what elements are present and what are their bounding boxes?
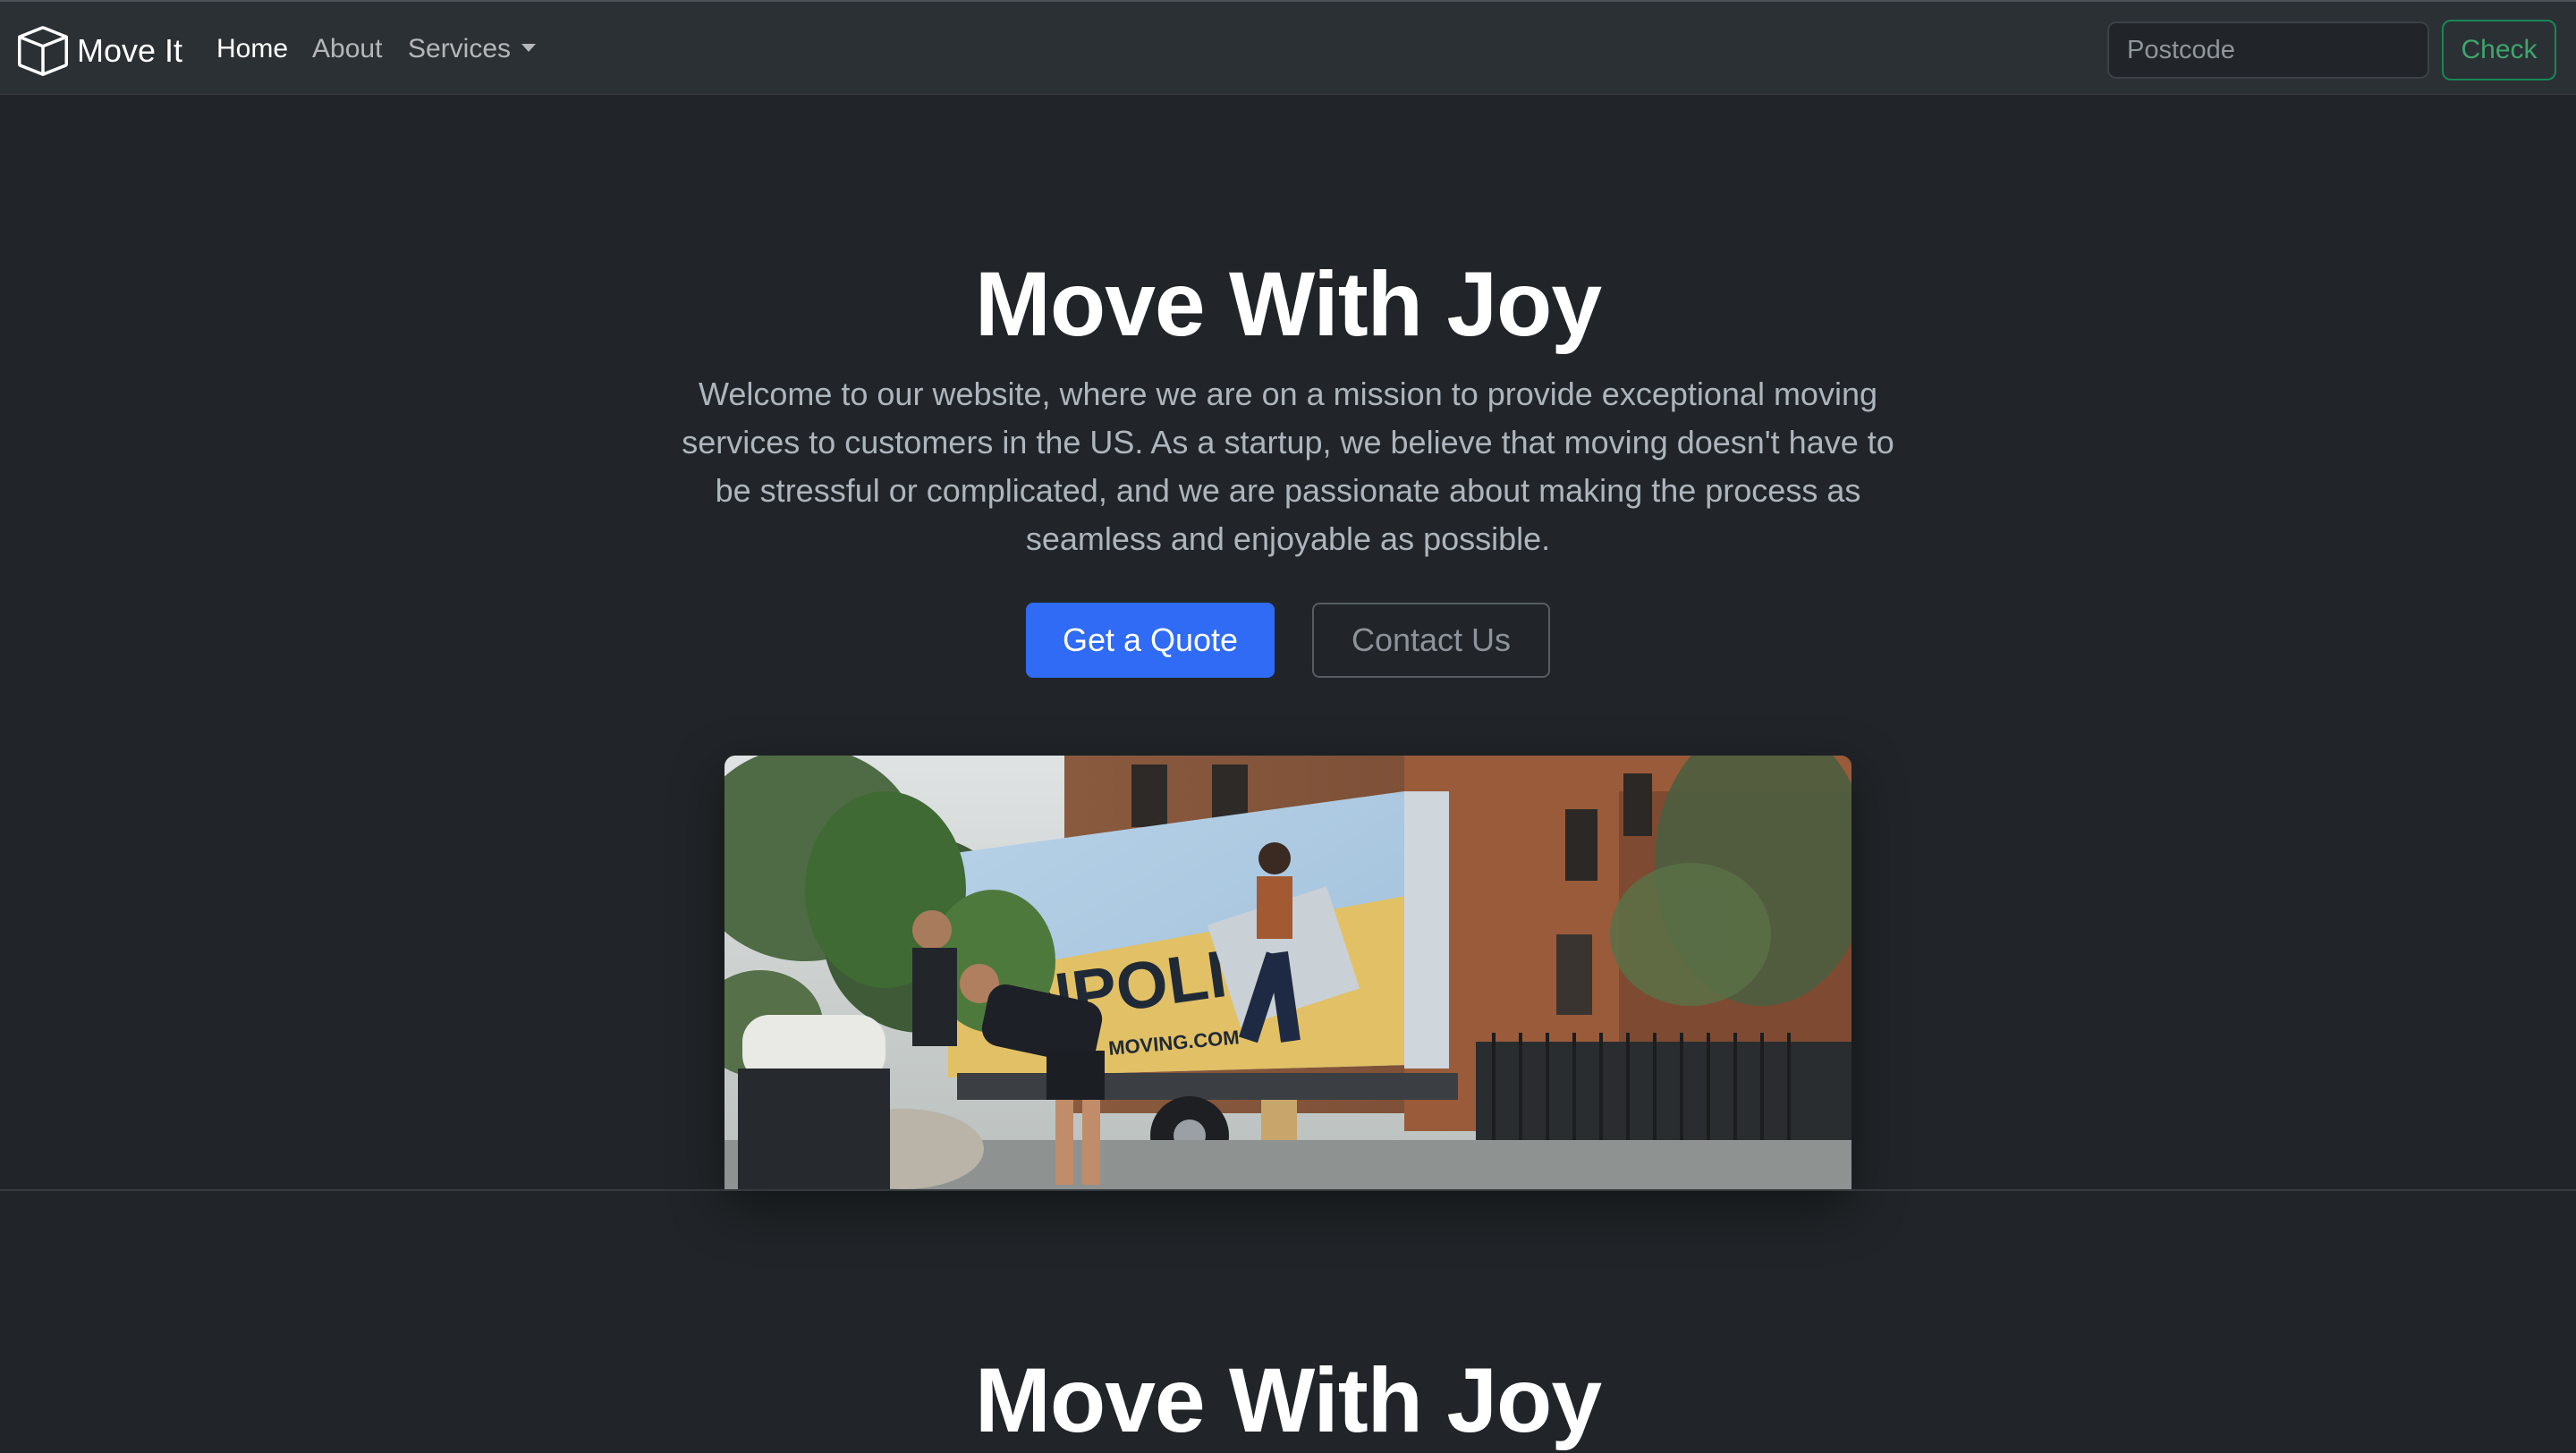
- get-quote-button[interactable]: Get a Quote: [1026, 603, 1275, 678]
- moving-truck-photo: NPOLIS MOVING.COM: [724, 756, 1852, 1189]
- nav-about[interactable]: About: [312, 34, 382, 64]
- top-navbar: Move It Home About Services Check: [0, 0, 2576, 95]
- nav-services-dropdown[interactable]: Services: [408, 34, 537, 64]
- box-icon: [18, 26, 68, 76]
- hero-lead: Welcome to our website, where we are on …: [682, 376, 1894, 557]
- hero-title: Move With Joy: [974, 253, 1602, 355]
- section2-title: Move With Joy: [974, 1349, 1602, 1451]
- contact-us-button[interactable]: Contact Us: [1312, 603, 1550, 678]
- check-button[interactable]: Check: [2442, 20, 2556, 80]
- nav-home[interactable]: Home: [216, 34, 288, 64]
- brand-name: Move It: [77, 32, 183, 69]
- section-divider: [0, 1189, 2576, 1191]
- brand-link[interactable]: Move It: [18, 25, 182, 77]
- hero-image: NPOLIS MOVING.COM: [724, 756, 1852, 1189]
- nav-services-label: Services: [408, 34, 512, 63]
- postcode-input[interactable]: [2107, 21, 2429, 79]
- chevron-down-icon: [521, 44, 537, 52]
